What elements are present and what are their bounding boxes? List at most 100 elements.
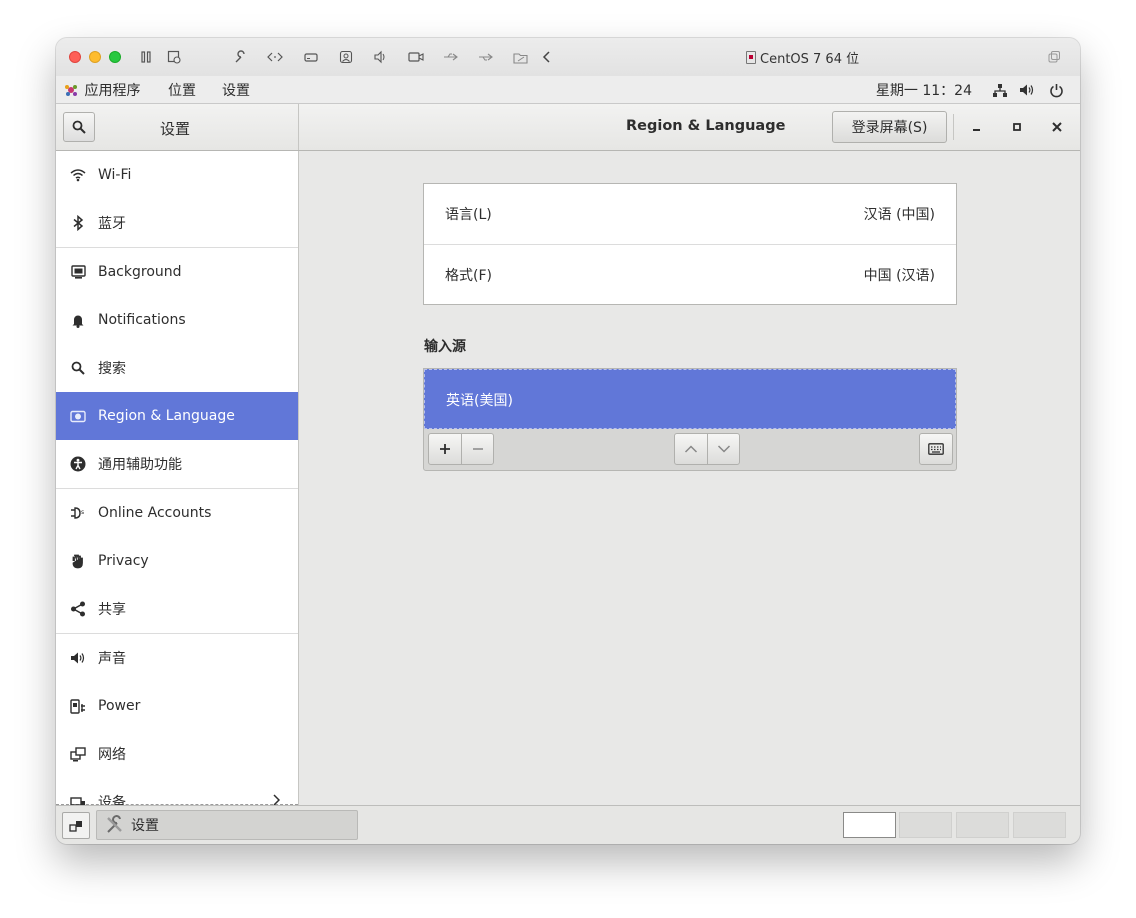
accessibility-icon <box>70 456 86 472</box>
settings-tools-icon <box>107 815 122 833</box>
minimize-window-button[interactable] <box>89 51 101 63</box>
vm-titlebar: CentOS 7 64 位 <box>56 38 1080 77</box>
region-language-panel: 语言(L) 汉语 (中国) 格式(F) 中国 (汉语) 输入源 英语(美国) <box>299 151 1080 805</box>
sidebar-item-devices[interactable]: 设备 <box>56 778 298 805</box>
input-source-label: 英语(美国) <box>446 393 513 409</box>
minimize-icon <box>973 129 980 131</box>
formats-label: 格式(F) <box>445 268 492 284</box>
chevron-right-icon <box>272 794 281 805</box>
show-desktop-icon <box>69 820 82 832</box>
search-button[interactable] <box>63 112 95 142</box>
move-up-button[interactable] <box>674 433 708 465</box>
gnome-top-bar: 应用程序 位置 设置 星期一 11：24 <box>56 76 1080 104</box>
keyboard-icon <box>928 443 944 455</box>
bluetooth-icon <box>70 215 86 231</box>
vm-window: CentOS 7 64 位 应用程序 位置 设置 星期一 11：24 设置 Re… <box>56 38 1080 844</box>
input-source-row[interactable]: 英语(美国) <box>424 369 956 429</box>
speaker-icon <box>70 650 86 666</box>
zoom-window-button[interactable] <box>109 51 121 63</box>
search-icon <box>70 360 86 376</box>
shared-folder-icon[interactable] <box>512 48 530 66</box>
language-formats-list: 语言(L) 汉语 (中国) 格式(F) 中国 (汉语) <box>423 183 957 305</box>
pause-icon[interactable] <box>137 48 155 66</box>
login-screen-button[interactable]: 登录屏幕(S) <box>832 111 947 143</box>
sidebar-item-notifications[interactable]: Notifications <box>56 296 298 344</box>
document-icon <box>746 51 756 64</box>
vm-title: CentOS 7 64 位 <box>746 48 859 67</box>
clock[interactable]: 星期一 11：24 <box>876 80 972 100</box>
page-title: Region & Language <box>626 118 786 134</box>
power-icon[interactable] <box>1047 81 1065 99</box>
chevron-left-icon[interactable] <box>538 48 556 66</box>
region-icon <box>70 408 86 424</box>
sidebar-item-power[interactable]: Power <box>56 682 298 730</box>
network-status-icon[interactable] <box>991 81 1009 99</box>
search-icon <box>72 120 86 134</box>
maximize-button[interactable] <box>1006 116 1028 138</box>
sidebar-item-sharing[interactable]: 共享 <box>56 585 298 633</box>
online-accounts-icon: s <box>70 505 86 521</box>
close-icon <box>1052 122 1062 132</box>
code-arrows-icon[interactable] <box>266 48 284 66</box>
audio-icon[interactable] <box>371 48 389 66</box>
workspace-1[interactable] <box>843 812 896 838</box>
minimize-button[interactable] <box>966 116 988 138</box>
workspace-3[interactable] <box>956 812 1009 838</box>
chevron-up-icon <box>684 445 698 453</box>
power-plug-icon <box>70 698 86 714</box>
applications-menu[interactable]: 应用程序 <box>64 80 140 100</box>
places-menu[interactable]: 位置 <box>168 80 196 100</box>
close-window-button[interactable] <box>69 51 81 63</box>
settings-menu[interactable]: 设置 <box>222 80 250 100</box>
copy-window-icon[interactable] <box>1045 48 1063 66</box>
devices-icon <box>70 794 86 805</box>
network-icon <box>70 746 86 762</box>
gnome-logo-icon <box>65 85 77 96</box>
sidebar-item-accessibility[interactable]: 通用辅助功能 <box>56 440 298 488</box>
user-icon[interactable] <box>337 48 355 66</box>
usb-icon-2[interactable] <box>477 48 495 66</box>
wifi-icon <box>70 167 86 183</box>
remove-input-source-button[interactable] <box>461 433 494 465</box>
input-sources-list: 英语(美国) <box>423 368 957 471</box>
add-input-source-button[interactable] <box>428 433 462 465</box>
workspace-4[interactable] <box>1013 812 1066 838</box>
volume-icon[interactable] <box>1018 81 1036 99</box>
formats-row[interactable]: 格式(F) 中国 (汉语) <box>424 245 956 305</box>
hard-disk-icon[interactable] <box>302 48 320 66</box>
camera-icon[interactable] <box>407 48 425 66</box>
taskbar-settings-window[interactable]: 设置 <box>96 810 358 840</box>
show-desktop-button[interactable] <box>62 812 90 839</box>
sidebar-item-wifi[interactable]: Wi-Fi <box>56 151 298 199</box>
move-down-button[interactable] <box>707 433 740 465</box>
svg-text:s: s <box>81 509 84 516</box>
input-sources-heading: 输入源 <box>424 339 466 355</box>
maximize-icon <box>1013 123 1021 131</box>
usb-icon[interactable] <box>442 48 460 66</box>
settings-sidebar: Wi-Fi 蓝牙 Background Notifications 搜索 Reg… <box>56 151 299 805</box>
sidebar-item-online-accounts[interactable]: s Online Accounts <box>56 489 298 537</box>
sidebar-item-background[interactable]: Background <box>56 248 298 296</box>
workspace-2[interactable] <box>899 812 952 838</box>
sidebar-item-bluetooth[interactable]: 蓝牙 <box>56 199 298 247</box>
plus-icon <box>440 444 450 454</box>
language-label: 语言(L) <box>445 207 492 223</box>
settings-header-bar: 设置 Region & Language 登录屏幕(S) <box>56 104 1080 151</box>
header-separator <box>953 114 954 140</box>
sidebar-item-privacy[interactable]: Privacy <box>56 537 298 585</box>
language-value: 汉语 (中国) <box>863 207 935 223</box>
chevron-down-icon <box>717 445 730 453</box>
sidebar-item-network[interactable]: 网络 <box>56 730 298 778</box>
share-icon <box>70 601 86 617</box>
sidebar-item-region-language[interactable]: Region & Language <box>56 392 298 440</box>
close-button[interactable] <box>1046 116 1068 138</box>
snapshot-icon[interactable] <box>165 48 183 66</box>
bell-icon <box>70 312 86 328</box>
language-row[interactable]: 语言(L) 汉语 (中国) <box>424 184 956 245</box>
background-icon <box>70 264 86 280</box>
show-keyboard-layout-button[interactable] <box>919 433 953 465</box>
sidebar-item-search[interactable]: 搜索 <box>56 344 298 392</box>
wrench-icon[interactable] <box>231 48 249 66</box>
minus-icon <box>472 448 483 450</box>
sidebar-item-sound[interactable]: 声音 <box>56 634 298 682</box>
